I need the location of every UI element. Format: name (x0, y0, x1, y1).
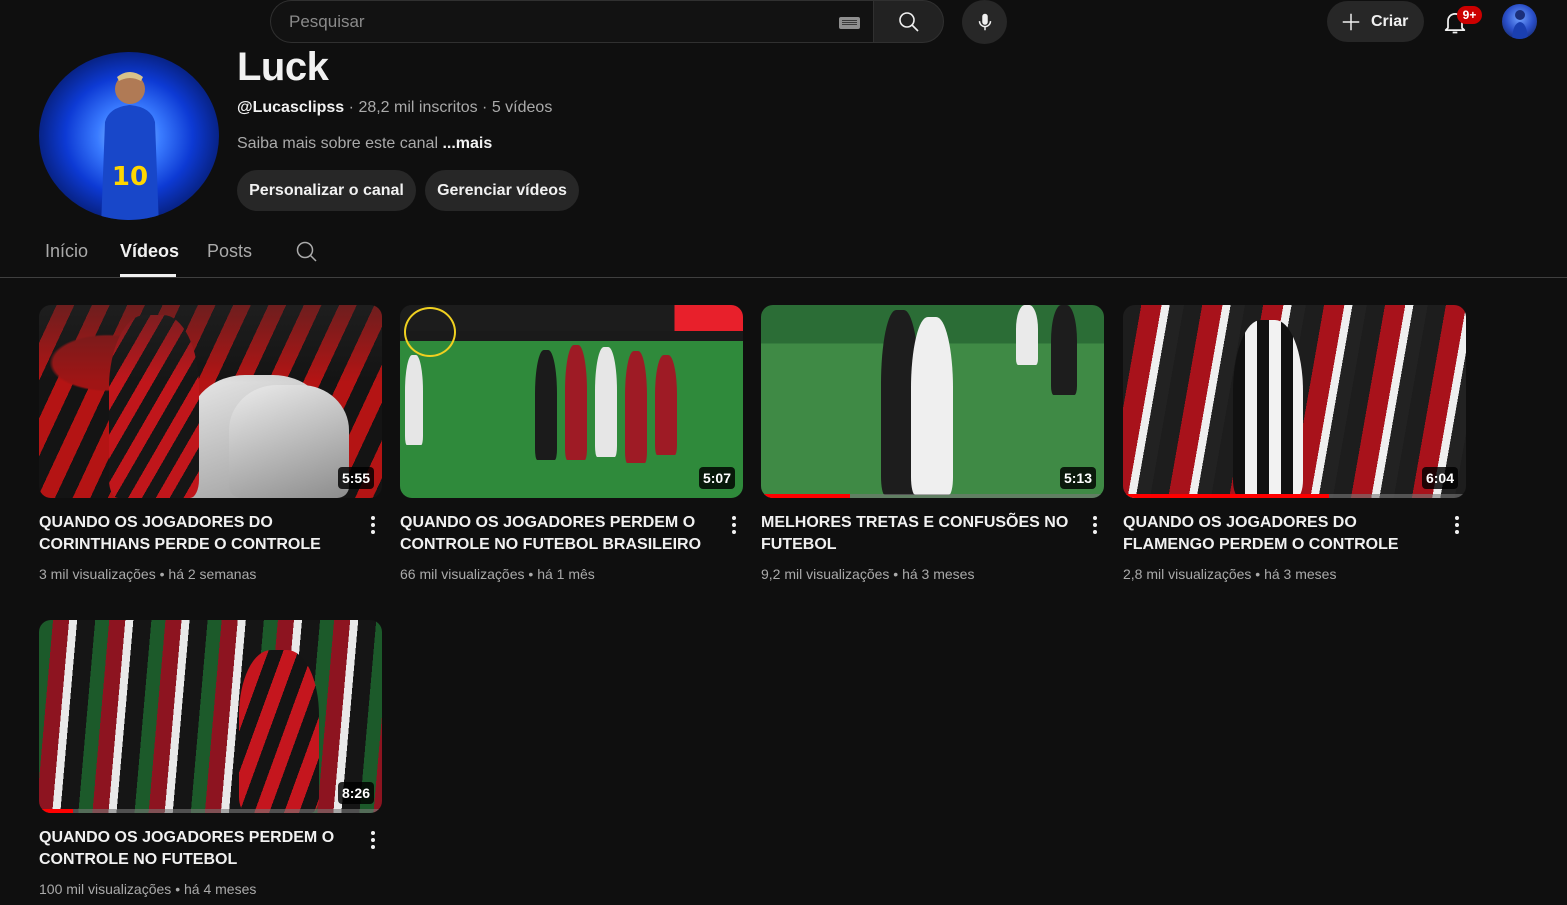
channel-search-button[interactable] (295, 240, 319, 269)
create-button[interactable]: Criar (1327, 1, 1424, 42)
video-duration: 5:13 (1059, 467, 1096, 489)
video-thumbnail[interactable]: 5:13 (761, 305, 1104, 498)
video-title[interactable]: QUANDO OS JOGADORES DO CORINTHIANS PERDE… (39, 512, 359, 556)
view-count: 100 mil visualizações (39, 881, 172, 897)
watch-progress (39, 809, 74, 813)
watch-progress-track (39, 809, 382, 813)
view-count: 3 mil visualizações (39, 566, 156, 582)
video-title[interactable]: QUANDO OS JOGADORES DO FLAMENGO PERDEM O… (1123, 512, 1443, 556)
svg-text:10: 10 (112, 162, 148, 192)
video-title[interactable]: QUANDO OS JOGADORES PERDEM O CONTROLE NO… (400, 512, 720, 556)
meta-separator: • (528, 566, 534, 582)
channel-handle: @Lucasclipss (237, 99, 345, 116)
search-input[interactable] (271, 1, 811, 42)
watch-progress (761, 494, 851, 498)
search-box (270, 0, 874, 43)
meta-separator: • (175, 881, 181, 897)
watch-progress (1123, 494, 1329, 498)
video-title[interactable]: QUANDO OS JOGADORES PERDEM O CONTROLE NO… (39, 827, 359, 871)
customize-channel-button[interactable]: Personalizar o canal (237, 170, 416, 211)
video-card[interactable]: 6:04 QUANDO OS JOGADORES DO FLAMENGO PER… (1123, 305, 1466, 582)
video-duration: 5:55 (337, 467, 374, 489)
meta-dot: · (482, 99, 492, 116)
video-thumbnail[interactable]: 8:26 (39, 620, 382, 813)
channel-meta: @Lucasclipss · 28,2 mil inscritos · 5 ví… (237, 99, 552, 117)
create-label: Criar (1371, 12, 1409, 30)
video-thumbnail[interactable]: 6:04 (1123, 305, 1466, 498)
video-meta: 3 mil visualizações • há 2 semanas (39, 566, 256, 582)
search-button[interactable] (873, 0, 944, 43)
video-meta: 66 mil visualizações • há 1 mês (400, 566, 595, 582)
account-avatar[interactable] (1502, 4, 1537, 39)
microphone-icon (978, 13, 991, 31)
channel-avatar: 10 (39, 52, 219, 220)
search-icon (898, 11, 919, 32)
more-options-icon[interactable] (1091, 516, 1099, 538)
meta-dot: · (348, 99, 359, 116)
video-duration: 8:26 (337, 782, 374, 804)
about-text: Saiba mais sobre este canal (237, 135, 438, 152)
video-card[interactable]: 8:26 QUANDO OS JOGADORES PERDEM O CONTRO… (39, 620, 382, 897)
more-link[interactable]: ...mais (442, 135, 492, 152)
video-card[interactable]: 5:07 QUANDO OS JOGADORES PERDEM O CONTRO… (400, 305, 743, 582)
video-title[interactable]: MELHORES TRETAS E CONFUSÕES NO FUTEBOL (761, 512, 1081, 556)
avatar-figure-icon (1512, 10, 1528, 39)
view-count: 9,2 mil visualizações (761, 566, 890, 582)
meta-separator: • (1255, 566, 1261, 582)
video-meta: 2,8 mil visualizações • há 3 meses (1123, 566, 1336, 582)
upload-age: há 1 mês (537, 566, 595, 582)
channel-tabs: Início Vídeos Posts (0, 230, 1567, 278)
active-tab-indicator (120, 274, 176, 277)
video-meta: 100 mil visualizações • há 4 meses (39, 881, 256, 897)
manage-videos-button[interactable]: Gerenciar vídeos (425, 170, 579, 211)
more-options-icon[interactable] (730, 516, 738, 538)
tab-videos[interactable]: Vídeos (120, 241, 179, 262)
tab-posts[interactable]: Posts (207, 241, 252, 262)
notifications-badge: 9+ (1457, 6, 1482, 24)
video-thumbnail[interactable]: 5:07 (400, 305, 743, 498)
meta-separator: • (159, 566, 165, 582)
video-duration: 5:07 (698, 467, 735, 489)
more-options-icon[interactable] (369, 516, 377, 538)
videos-count: 5 vídeos (491, 99, 553, 116)
upload-age: há 2 semanas (168, 566, 257, 582)
search-icon (296, 241, 317, 262)
player-figure-icon: 10 (101, 72, 159, 220)
plus-icon (1342, 13, 1360, 30)
video-meta: 9,2 mil visualizações • há 3 meses (761, 566, 974, 582)
subscriber-count: 28,2 mil inscritos (358, 99, 478, 116)
video-duration: 6:04 (1421, 467, 1458, 489)
upload-age: há 3 meses (902, 566, 975, 582)
video-card[interactable]: 5:55 QUANDO OS JOGADORES DO CORINTHIANS … (39, 305, 382, 582)
upload-age: há 4 meses (183, 881, 257, 897)
top-bar: Criar 9+ (0, 0, 1567, 44)
keyboard-icon[interactable] (839, 17, 860, 29)
view-count: 2,8 mil visualizações (1123, 566, 1252, 582)
video-card[interactable]: 5:13 MELHORES TRETAS E CONFUSÕES NO FUTE… (761, 305, 1104, 582)
more-options-icon[interactable] (369, 831, 377, 853)
meta-separator: • (893, 566, 899, 582)
view-count: 66 mil visualizações (400, 566, 525, 582)
channel-about[interactable]: Saiba mais sobre este canal ...mais (237, 135, 492, 153)
voice-search-button[interactable] (962, 0, 1007, 44)
channel-name: Luck (237, 45, 329, 89)
video-thumbnail[interactable]: 5:55 (39, 305, 382, 498)
upload-age: há 3 meses (1264, 566, 1337, 582)
more-options-icon[interactable] (1453, 516, 1461, 538)
tab-home[interactable]: Início (45, 241, 88, 262)
